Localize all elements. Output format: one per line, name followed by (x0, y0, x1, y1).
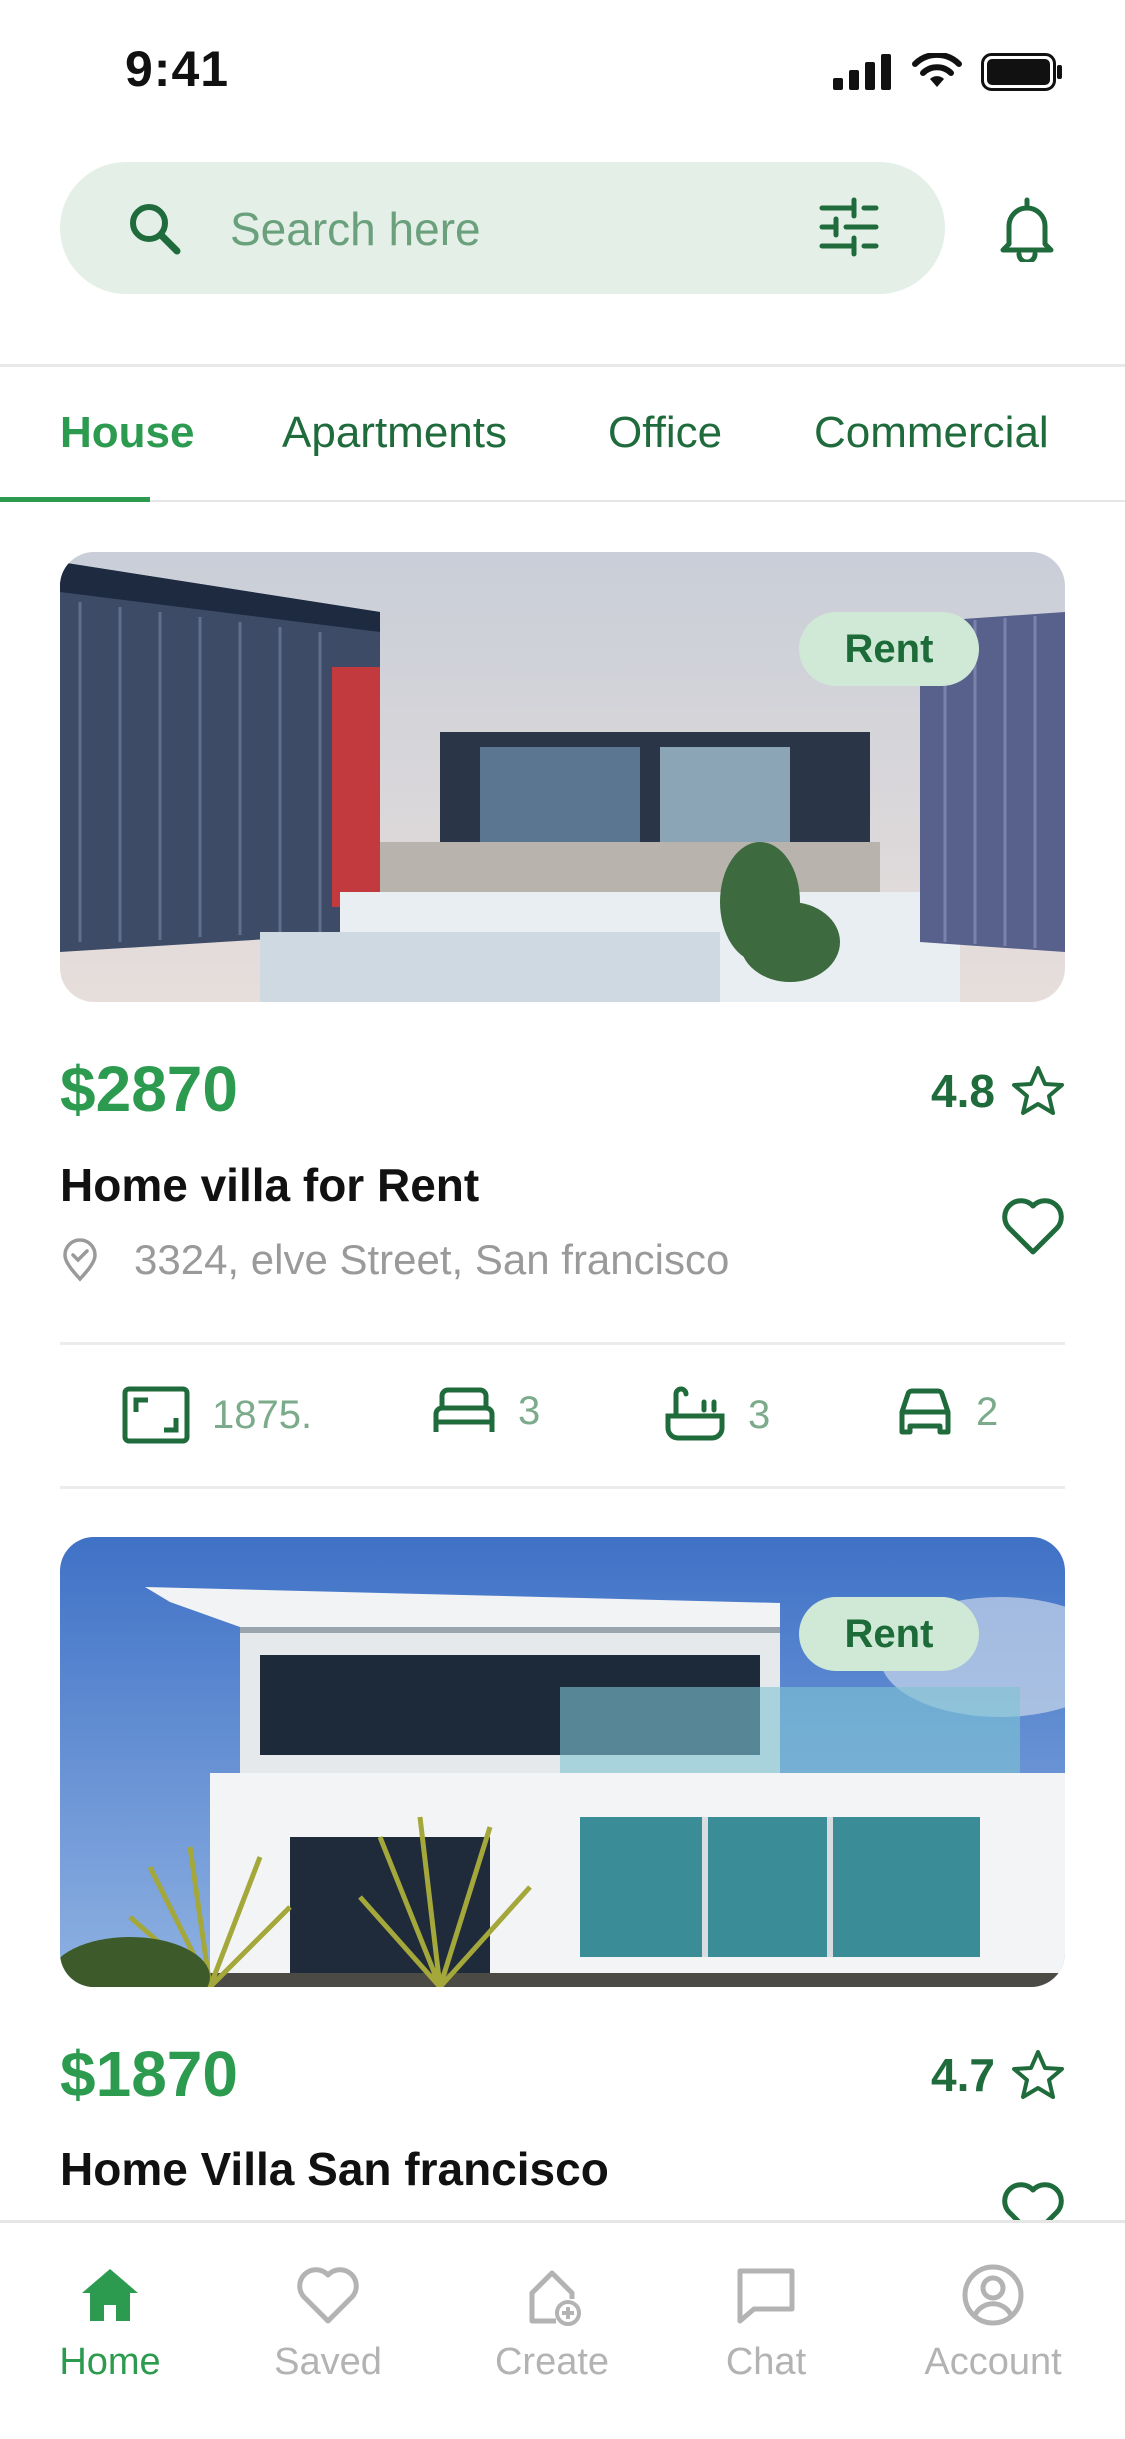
star-icon (1012, 2050, 1064, 2099)
tab-office[interactable]: Office (608, 408, 722, 458)
add-home-icon (529, 2270, 581, 2326)
search-bar[interactable] (60, 162, 945, 294)
area-value: 1875. (212, 1392, 313, 1437)
active-tab-indicator (0, 497, 150, 502)
listing-type-badge: Rent (799, 612, 979, 686)
tab-apartments[interactable]: Apartments (282, 408, 507, 458)
heart-icon (297, 2267, 359, 2324)
area-icon (122, 1386, 190, 1444)
category-tabs: House Apartments Office Commercial (0, 368, 1125, 502)
rating-value: 4.7 (931, 2049, 995, 2101)
divider (60, 1486, 1065, 1489)
search-input[interactable] (228, 192, 832, 266)
home-icon (82, 2269, 138, 2321)
star-icon (1012, 1066, 1064, 1115)
rating-value: 4.8 (931, 1065, 995, 1117)
feature-baths: 3 (664, 1386, 770, 1444)
bed-icon (433, 1387, 495, 1432)
account-icon (962, 2264, 1024, 2326)
feature-garage: 2 (896, 1386, 998, 1438)
nav-chat[interactable]: Chat (666, 2263, 866, 2384)
nav-home-label: Home (59, 2341, 161, 2383)
nav-account[interactable]: Account (893, 2263, 1093, 2384)
nav-home[interactable]: Home (10, 2263, 210, 2384)
nav-saved[interactable]: Saved (228, 2263, 428, 2384)
nav-saved-label: Saved (274, 2341, 382, 2383)
favorite-heart-icon[interactable] (1001, 1196, 1065, 1256)
garage-value: 2 (976, 1389, 999, 1434)
chat-icon (737, 2268, 795, 2324)
listing-image[interactable]: Rent (60, 1537, 1065, 1987)
listing-price: $1870 (60, 2038, 238, 2110)
status-icons (833, 52, 1063, 92)
listing-title[interactable]: Home villa for Rent (60, 1158, 479, 1212)
listing-title[interactable]: Home Villa San francisco (60, 2142, 609, 2196)
car-icon (899, 1388, 951, 1435)
tab-house[interactable]: House (60, 408, 194, 458)
header-divider (0, 364, 1125, 367)
nav-chat-label: Chat (725, 2341, 807, 2383)
divider (60, 1342, 1065, 1345)
filter-icon[interactable] (818, 196, 880, 258)
tabs-divider (0, 500, 1125, 502)
nav-create-label: Create (494, 2341, 610, 2383)
location-pin-icon (63, 1238, 97, 1282)
listing-price: $2870 (60, 1053, 238, 1125)
listing-rating: 4.7 (931, 2048, 1065, 2102)
listing-type-badge: Rent (799, 1597, 979, 1671)
tab-commercial[interactable]: Commercial (814, 408, 1049, 458)
baths-value: 3 (748, 1392, 771, 1437)
listing-address: 3324, elve Street, San francisco (60, 1236, 729, 1284)
cellular-signal-icon (833, 54, 891, 90)
address-text: 3324, elve Street, San francisco (134, 1236, 730, 1283)
nav-create[interactable]: Create (452, 2263, 652, 2384)
feature-area: 1875. (122, 1386, 312, 1444)
bottom-navigation: Home Saved Create Chat Account (0, 2220, 1125, 2439)
wifi-icon (912, 53, 962, 87)
search-icon (130, 204, 181, 255)
status-time: 9:41 (125, 41, 230, 97)
battery-icon (981, 53, 1062, 91)
listing-rating: 4.8 (931, 1064, 1065, 1118)
notification-bell-icon[interactable] (996, 196, 1058, 262)
bathtub-icon (665, 1386, 725, 1441)
feature-beds: 3 (432, 1386, 540, 1436)
nav-account-label: Account (924, 2341, 1062, 2383)
beds-value: 3 (518, 1388, 541, 1433)
listing-image[interactable]: Rent (60, 552, 1065, 1002)
